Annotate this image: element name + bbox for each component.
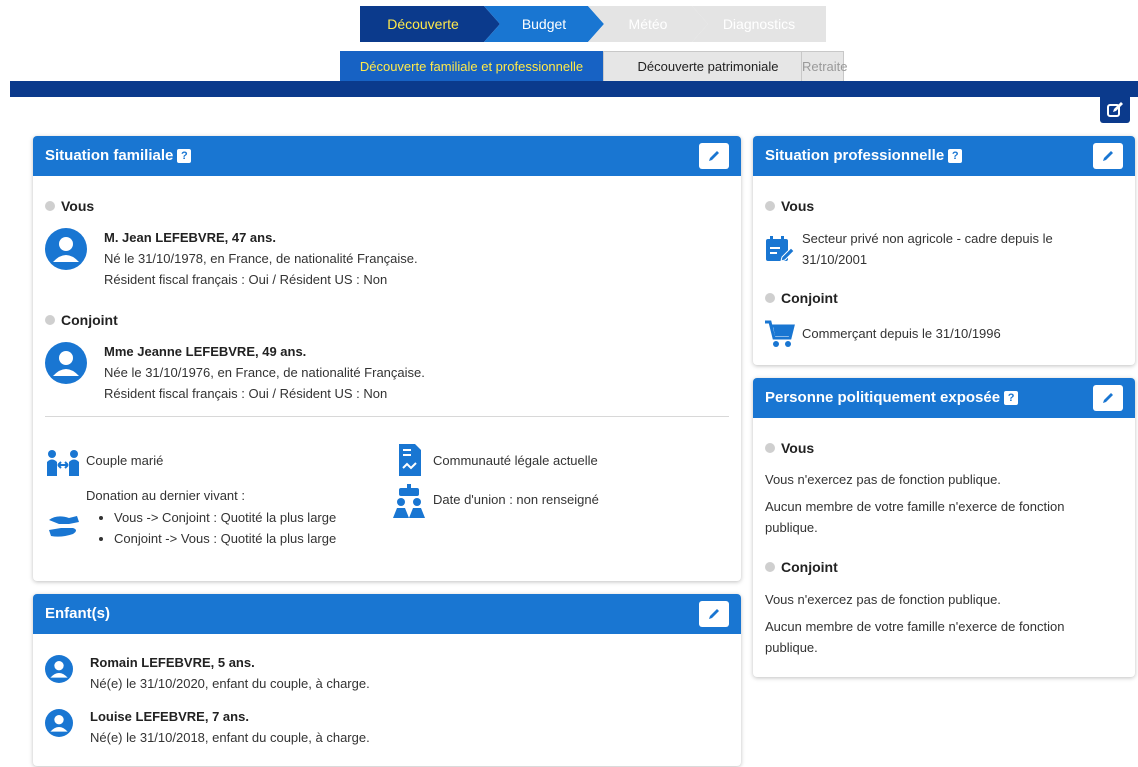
calendar-edit-icon [766,236,795,262]
pro-vous-line1: Secteur privé non agricole - cadre depui… [802,231,1053,246]
date-union: Date d'union : non renseigné [433,492,599,507]
ppe-vous-famille: Aucun membre de votre famille n'exerce d… [765,499,1065,514]
list-item: Conjoint -> Vous : Quotité la plus large [114,528,336,549]
edit-button[interactable] [1093,385,1123,411]
cart-icon [765,320,795,347]
step-label: Météo [628,16,668,32]
section-conjoint: Conjoint [45,312,118,328]
step-label: Diagnostics [722,16,796,32]
conjoint-birth: Née le 31/10/1976, en France, de nationa… [104,365,425,380]
divider [45,416,729,417]
step-meteo[interactable]: Météo [588,6,708,42]
help-icon[interactable]: ? [948,149,963,163]
ppe-conjoint-famille: Aucun membre de votre famille n'exerce d… [765,619,1065,634]
couple-status: Couple marié [86,453,164,468]
section-vous: Vous [765,440,814,456]
child-detail: Né(e) le 31/10/2020, enfant du couple, à… [90,676,370,691]
document-icon [399,444,421,476]
panel-header: Situation professionnelle? [753,136,1135,176]
panel-header: Situation familiale? [33,136,741,176]
donation-list: Vous -> Conjoint : Quotité la plus large… [88,507,336,549]
panel-title: Situation familiale [45,147,174,164]
pro-vous-line2: 31/10/2001 [802,252,868,267]
section-vous: Vous [765,198,814,214]
panel-title: Situation professionnelle [765,147,945,164]
edit-all-button[interactable] [1100,97,1130,123]
pencil-icon [709,609,719,619]
conjoint-name: Mme Jeanne LEFEBVRE, 49 ans. [104,344,307,359]
step-budget[interactable]: Budget [484,6,604,42]
couple-icon [47,450,79,476]
header-bar [10,81,1138,97]
regime-matrimonial: Communauté légale actuelle [433,453,598,468]
child-name: Louise LEFEBVRE, 7 ans. [90,709,249,724]
edit-button[interactable] [699,601,729,627]
vous-name: M. Jean LEFEBVRE, 47 ans. [104,230,276,245]
stepper: Découverte Budget Météo Diagnostics [360,6,826,42]
panel-title: Enfant(s) [45,605,110,622]
panel-header: Enfant(s) [33,594,741,634]
panel-situation-professionnelle: Situation professionnelle? Vous Secteur … [753,136,1135,365]
step-diagnostics[interactable]: Diagnostics [692,6,826,42]
step-label: Budget [521,16,567,32]
ppe-vous-fonction: Vous n'exercez pas de fonction publique. [765,472,1001,487]
conjoint-fiscal: Résident fiscal français : Oui / Résiden… [104,386,388,401]
help-icon[interactable]: ? [1004,391,1019,405]
pencil-icon [1103,151,1113,161]
user-icon [45,709,73,737]
vous-fiscal: Résident fiscal français : Oui / Résiden… [104,272,388,287]
child-name: Romain LEFEBVRE, 5 ans. [90,655,255,670]
ppe-vous-famille-end: publique. [765,520,818,535]
donation-title: Donation au dernier vivant : [86,488,245,503]
panel-enfants: Enfant(s) Romain LEFEBVRE, 5 ans. Né(e) … [33,594,741,766]
help-icon[interactable]: ? [177,149,192,163]
section-vous: Vous [45,198,94,214]
panel-situation-familiale: Situation familiale? Vous M. Jean LEFEBV… [33,136,741,581]
ppe-conjoint-famille-end: publique. [765,640,818,655]
panel-ppe: Personne politiquement exposée? Vous Vou… [753,378,1135,677]
edit-button[interactable] [1093,143,1123,169]
pencil-icon [1103,393,1113,403]
pro-conjoint: Commerçant depuis le 31/10/1996 [802,326,1001,341]
list-item: Vous -> Conjoint : Quotité la plus large [114,507,336,528]
step-decouverte[interactable]: Découverte [360,6,500,42]
panel-title: Personne politiquement exposée [765,389,1001,406]
user-icon [45,342,87,384]
edit-button[interactable] [699,143,729,169]
tab-retraite[interactable]: Retraite [801,51,848,81]
vous-birth: Né le 31/10/1978, en France, de national… [104,251,418,266]
wedding-icon [393,484,425,518]
tab-decouverte-familiale[interactable]: Découverte familiale et professionnelle [340,51,603,81]
handshake-icon [49,516,79,537]
edit-square-icon [1107,102,1123,117]
user-icon [45,655,73,683]
pencil-icon [709,151,719,161]
user-icon [45,228,87,270]
ppe-conjoint-fonction: Vous n'exercez pas de fonction publique. [765,592,1001,607]
step-label: Découverte [387,16,459,32]
section-conjoint: Conjoint [765,290,838,306]
child-detail: Né(e) le 31/10/2018, enfant du couple, à… [90,730,370,745]
section-conjoint: Conjoint [765,559,838,575]
tab-decouverte-patrimoniale[interactable]: Découverte patrimoniale [603,51,813,81]
panel-header: Personne politiquement exposée? [753,378,1135,418]
